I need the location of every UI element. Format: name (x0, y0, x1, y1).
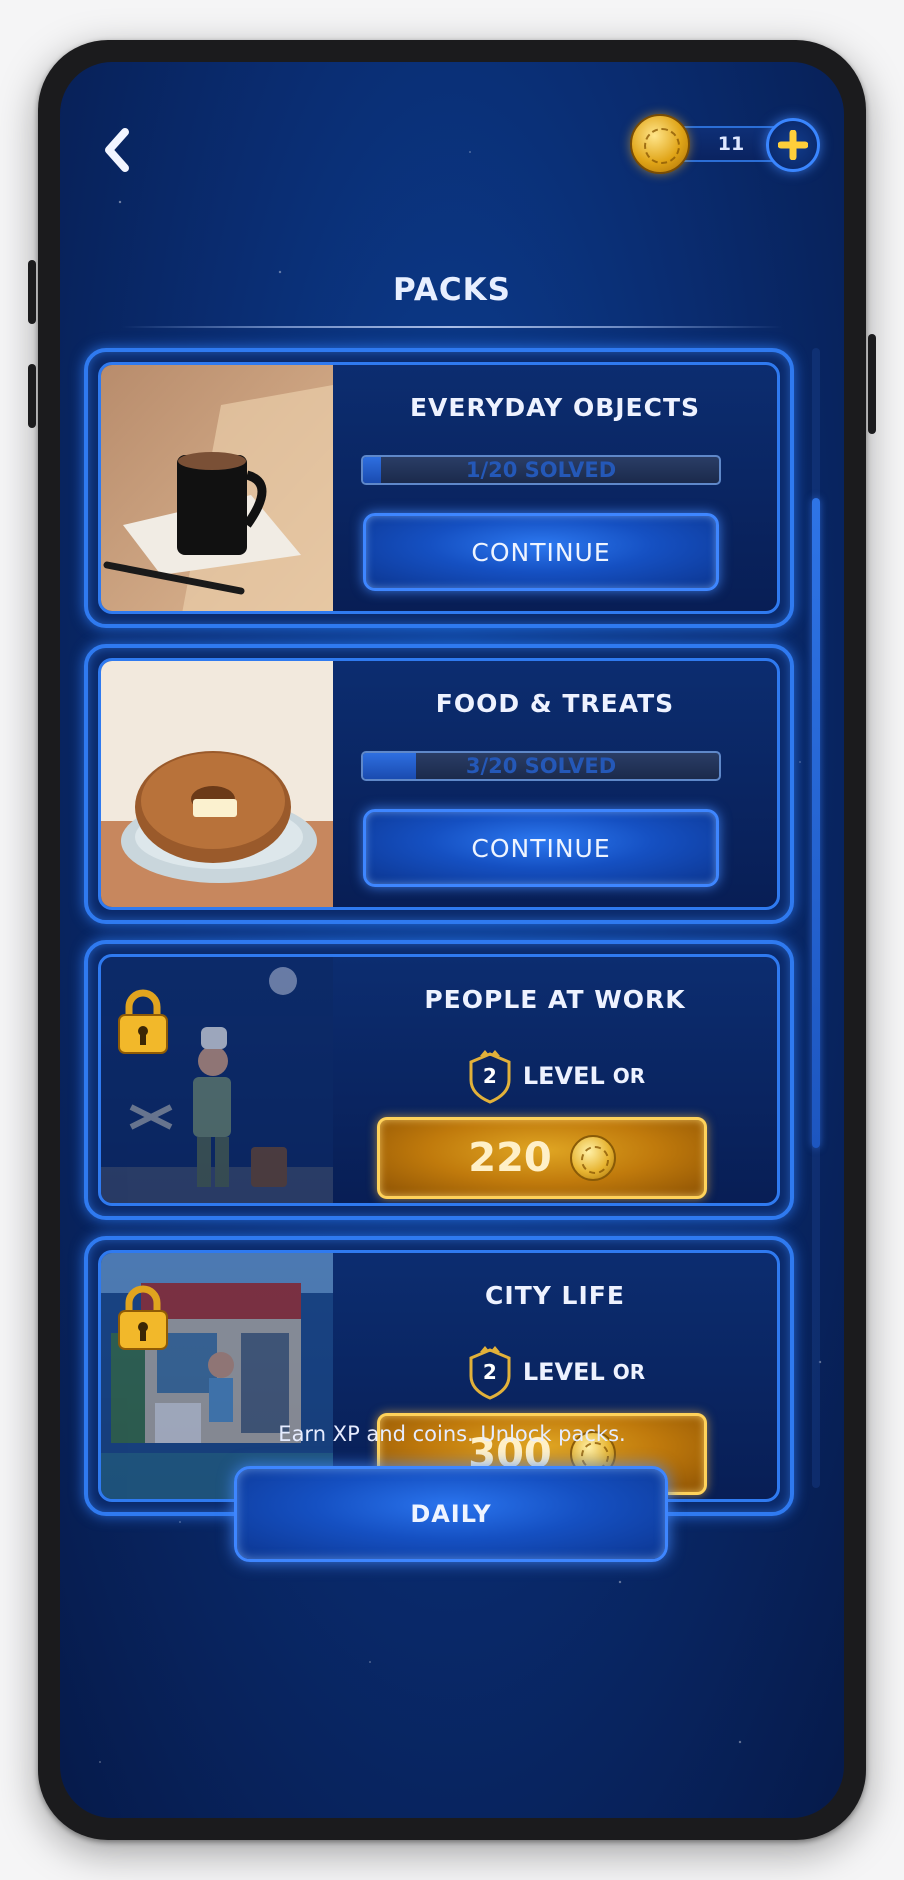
chevron-left-icon (105, 128, 129, 172)
continue-button[interactable]: CONTINUE (363, 513, 719, 591)
daily-button[interactable]: DAILY (234, 1466, 668, 1562)
pack-title: FOOD & TREATS (435, 689, 675, 718)
pack-info: PEOPLE AT WORK 2 LEVEL OR 220 (333, 957, 777, 1203)
or-label: OR (612, 1064, 646, 1088)
phone-side-button (28, 364, 36, 428)
unlock-price-button[interactable]: 220 (377, 1117, 707, 1199)
scrollbar[interactable] (812, 348, 820, 1488)
level-badge: 2 (465, 1048, 515, 1104)
chef-worker-image (101, 957, 333, 1203)
pack-progress-bar: 1/20 SOLVED (361, 455, 721, 485)
scrollbar-thumb[interactable] (812, 498, 820, 1148)
footer-hint: Earn XP and coins. Unlock packs. (278, 1422, 626, 1446)
pack-info: FOOD & TREATS 3/20 SOLVED CONTINUE (333, 661, 777, 907)
donut-image (101, 661, 333, 907)
coin-icon (630, 114, 690, 174)
pack-card-food-treats[interactable]: FOOD & TREATS 3/20 SOLVED CONTINUE (84, 644, 794, 924)
page-title: PACKS (393, 272, 511, 308)
lock-icon (118, 989, 168, 1054)
title-divider (122, 326, 782, 328)
pack-card-inner: FOOD & TREATS 3/20 SOLVED CONTINUE (98, 658, 780, 910)
phone-side-button (28, 260, 36, 324)
city-street-image (101, 1253, 333, 1499)
or-label: OR (612, 1360, 646, 1384)
level-badge: 2 (465, 1344, 515, 1400)
level-label: LEVEL (522, 1062, 605, 1090)
pack-title: EVERYDAY OBJECTS (409, 393, 701, 422)
coin-icon (569, 1135, 616, 1181)
progress-label: 1/20 SOLVED (465, 458, 617, 482)
unlock-requirement: 2 LEVEL OR (333, 1344, 777, 1400)
back-button[interactable] (92, 122, 142, 178)
app-screen: 11 PACKS EVERYDAY OBJECTS 1/20 SOLVED CO… (60, 62, 844, 1818)
pack-card-inner: CITY LIFE 2 LEVEL OR 300 (98, 1250, 780, 1502)
level-number: 2 (482, 1064, 497, 1088)
plus-icon (778, 130, 808, 160)
unlock-requirement: 2 LEVEL OR (333, 1048, 777, 1104)
phone-side-button (868, 334, 876, 434)
pack-info: CITY LIFE 2 LEVEL OR 300 (333, 1253, 777, 1499)
level-label: LEVEL (522, 1358, 605, 1386)
pack-title: CITY LIFE (485, 1281, 625, 1310)
pack-card-people-at-work[interactable]: PEOPLE AT WORK 2 LEVEL OR 220 (84, 940, 794, 1220)
pack-progress-bar: 3/20 SOLVED (361, 751, 721, 781)
pack-title: PEOPLE AT WORK (424, 985, 686, 1014)
progress-label: 3/20 SOLVED (465, 754, 617, 778)
coin-balance: 11 (630, 114, 820, 176)
lock-icon (118, 1285, 168, 1350)
level-number: 2 (482, 1360, 497, 1384)
pack-card-everyday-objects[interactable]: EVERYDAY OBJECTS 1/20 SOLVED CONTINUE (84, 348, 794, 628)
add-coins-button[interactable] (766, 118, 820, 172)
pack-card-inner: EVERYDAY OBJECTS 1/20 SOLVED CONTINUE (98, 362, 780, 614)
coffee-mug-image (101, 365, 333, 611)
pack-card-inner: PEOPLE AT WORK 2 LEVEL OR 220 (98, 954, 780, 1206)
continue-button[interactable]: CONTINUE (363, 809, 719, 887)
price-value: 220 (468, 1135, 552, 1181)
pack-info: EVERYDAY OBJECTS 1/20 SOLVED CONTINUE (333, 365, 777, 611)
